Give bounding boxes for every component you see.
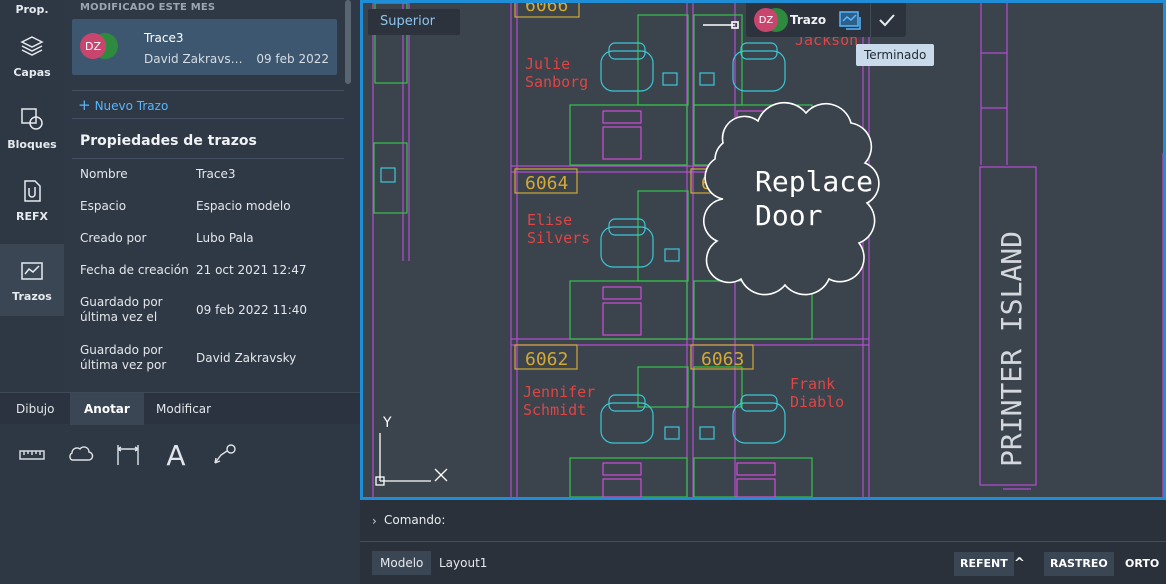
blocks-icon bbox=[21, 107, 43, 130]
room-number-6064: 6064 bbox=[525, 173, 568, 194]
rail-label-xref: REFX bbox=[16, 209, 48, 223]
property-value: Lubo Pala bbox=[196, 231, 254, 245]
avatar: DZ bbox=[80, 33, 118, 63]
occupant-last-name: Diablo bbox=[790, 393, 844, 411]
plus-icon: + bbox=[78, 96, 91, 114]
rail-item-blocks[interactable]: Bloques bbox=[0, 92, 64, 164]
divider bbox=[72, 118, 344, 119]
rail-item-layers[interactable]: Capas bbox=[0, 20, 64, 92]
rail-item-properties[interactable]: Prop. bbox=[0, 0, 64, 20]
app-window: Prop. Capas Bloques REFX Trazos MODIFICA… bbox=[0, 0, 1166, 584]
command-label: Comando: bbox=[384, 513, 446, 527]
chevron-right-icon: › bbox=[372, 514, 377, 528]
trace-date: 09 feb 2022 bbox=[256, 52, 329, 66]
rail-item-xref[interactable]: REFX bbox=[0, 164, 64, 236]
chevron-up-icon[interactable]: ^ bbox=[1008, 552, 1031, 576]
dimension-icon[interactable] bbox=[113, 440, 143, 470]
divider bbox=[72, 90, 344, 91]
occupant-first-name: Jennifer bbox=[523, 383, 595, 401]
occupant-first-name: Frank bbox=[790, 375, 835, 393]
finish-tooltip: Terminado bbox=[856, 44, 935, 66]
trace-list-item[interactable]: DZ Trace3 David Zakravs… 09 feb 2022 bbox=[72, 19, 337, 75]
new-trace-label: Nuevo Trazo bbox=[94, 99, 169, 113]
property-value: Trace3 bbox=[196, 167, 236, 181]
property-key: Espacio bbox=[80, 199, 127, 213]
property-value: David Zakravsky bbox=[196, 351, 297, 365]
rail-label-traces: Trazos bbox=[12, 289, 52, 303]
markup-text-line-1: Replace bbox=[755, 165, 873, 198]
rail-label-layers: Capas bbox=[13, 65, 51, 79]
trace-toolbar: DZ Trazo bbox=[746, 3, 906, 37]
text-icon[interactable]: A bbox=[161, 439, 191, 472]
avatar: DZ bbox=[754, 8, 788, 34]
section-heading: MODIFICADO ESTE MES bbox=[80, 2, 216, 13]
divider bbox=[72, 158, 344, 159]
markup-text-line-2: Door bbox=[755, 199, 822, 232]
trace-toolbar-label: Trazo bbox=[790, 13, 827, 27]
command-line[interactable]: › Comando: bbox=[360, 500, 1166, 542]
property-key: Guardado por última vez el bbox=[80, 295, 163, 324]
xref-icon bbox=[24, 179, 41, 202]
revision-cloud-icon[interactable] bbox=[65, 440, 95, 470]
toolbar-separator bbox=[870, 3, 871, 37]
tab-modify[interactable]: Modificar bbox=[142, 393, 225, 425]
occupant-first-name: Julie bbox=[525, 55, 570, 73]
tab-annotate[interactable]: Anotar bbox=[70, 393, 144, 425]
properties-title: Propiedades de trazos bbox=[80, 133, 257, 149]
measure-icon[interactable] bbox=[17, 440, 47, 470]
new-trace-button[interactable]: + Nuevo Trazo bbox=[78, 96, 168, 114]
left-rail: Prop. Capas Bloques REFX Trazos bbox=[0, 0, 64, 392]
occupant-last-name: Schmidt bbox=[523, 401, 586, 419]
rail-item-traces[interactable]: Trazos bbox=[0, 244, 64, 316]
occupant-last-name: Silvers bbox=[527, 229, 590, 247]
osnap-toggle[interactable]: REFENT bbox=[954, 552, 1014, 576]
property-value: 09 feb 2022 11:40 bbox=[196, 303, 308, 317]
trace-author: David Zakravs… bbox=[144, 52, 243, 66]
rail-label-properties: Prop. bbox=[15, 3, 49, 16]
property-key: Creado por bbox=[80, 231, 147, 245]
traces-panel: MODIFICADO ESTE MES DZ Trace3 David Zakr… bbox=[64, 0, 360, 392]
printer-island-label: PRINTER ISLAND bbox=[995, 231, 1028, 467]
cad-drawing: 6066 6064 6065 6062 6063 Julie Sanborg E… bbox=[372, 3, 1163, 497]
tracking-toggle[interactable]: RASTREO bbox=[1044, 552, 1114, 576]
avatar-initials: DZ bbox=[754, 8, 778, 32]
panel-scrollbar[interactable] bbox=[345, 0, 351, 84]
check-icon[interactable] bbox=[877, 10, 897, 30]
tab-model[interactable]: Modelo bbox=[372, 551, 432, 575]
occupant-first-name: Elise bbox=[527, 211, 572, 229]
property-key: Fecha de creación bbox=[80, 263, 189, 277]
trace-name: Trace3 bbox=[144, 31, 184, 45]
room-number-6063: 6063 bbox=[701, 349, 744, 370]
leader-icon[interactable] bbox=[209, 440, 239, 470]
ucs-icon bbox=[375, 433, 448, 486]
tool-palette: Dibujo Anotar Modificar A bbox=[0, 392, 360, 584]
tab-layout1[interactable]: Layout1 bbox=[431, 551, 495, 575]
tool-tabs: Dibujo Anotar Modificar bbox=[0, 392, 360, 425]
ortho-toggle[interactable]: ORTO bbox=[1119, 552, 1165, 576]
layers-icon bbox=[20, 35, 44, 56]
room-number-6062: 6062 bbox=[525, 349, 568, 370]
axis-y-label: Y bbox=[382, 415, 392, 431]
traces-icon bbox=[21, 261, 43, 280]
property-key: Guardado por última vez por bbox=[80, 343, 167, 372]
rail-label-blocks: Bloques bbox=[7, 137, 57, 151]
room-number-6066: 6066 bbox=[525, 3, 568, 16]
view-cube-label[interactable]: Superior bbox=[368, 9, 460, 35]
tab-draw[interactable]: Dibujo bbox=[2, 393, 68, 425]
trace-view-icon[interactable] bbox=[838, 9, 862, 31]
occupant-last-name: Sanborg bbox=[525, 73, 588, 91]
avatar-initials: DZ bbox=[80, 33, 106, 59]
property-value: Espacio modelo bbox=[196, 199, 291, 213]
property-key: Nombre bbox=[80, 167, 128, 181]
status-bar: Modelo Layout1 REFENT ^ RASTREO ORTO bbox=[360, 542, 1166, 584]
property-value: 21 oct 2021 12:47 bbox=[196, 263, 307, 277]
drawing-canvas[interactable]: 6066 6064 6065 6062 6063 Julie Sanborg E… bbox=[360, 0, 1166, 500]
